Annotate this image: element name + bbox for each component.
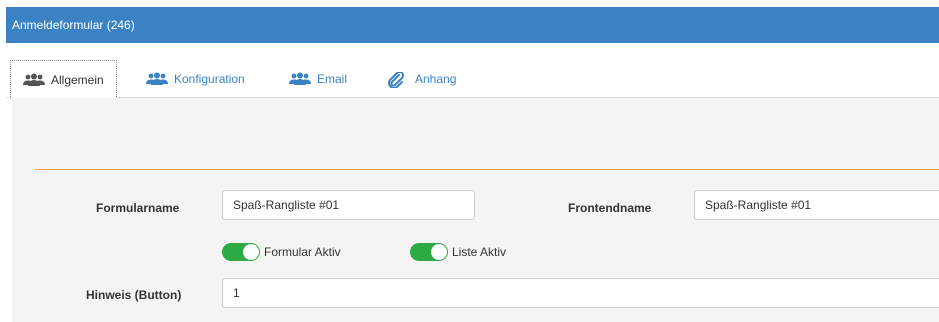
toggle-label: Liste Aktiv — [452, 245, 507, 259]
window-title-bar: Anmeldeformular (246) — [6, 7, 939, 43]
section-divider — [35, 169, 939, 170]
hinweis-label: Hinweis (Button) — [86, 288, 182, 302]
tab-label: Anhang — [415, 72, 457, 86]
formular-aktiv-toggle[interactable]: Formular Aktiv — [222, 243, 341, 261]
window-title: Anmeldeformular (246) — [12, 18, 135, 32]
formularname-label: Formularname — [96, 201, 180, 215]
paperclip-icon — [387, 70, 409, 89]
users-icon — [289, 72, 311, 86]
users-icon — [23, 73, 45, 87]
tab-anhang[interactable]: Anhang — [387, 60, 456, 98]
tab-label: Konfiguration — [174, 72, 245, 86]
frontendname-input[interactable]: Spaß-Rangliste #01 — [694, 190, 939, 220]
frontendname-label: Frontendname — [568, 201, 652, 215]
tab-label: Allgemein — [51, 72, 104, 87]
hinweis-input[interactable]: 1 — [222, 278, 939, 308]
tab-label: Email — [317, 72, 348, 86]
tab-allgemein[interactable]: Allgemein — [10, 60, 117, 99]
toggle-switch[interactable] — [222, 243, 260, 261]
tab-konfiguration[interactable]: Konfiguration — [146, 60, 245, 98]
tab-email[interactable]: Email — [289, 60, 347, 98]
toggle-label: Formular Aktiv — [264, 245, 341, 259]
users-icon — [146, 72, 168, 86]
liste-aktiv-toggle[interactable]: Liste Aktiv — [410, 243, 506, 261]
formularname-input[interactable]: Spaß-Rangliste #01 — [222, 190, 475, 220]
tab-bar: Allgemein Konfiguration Email Anhang — [6, 58, 939, 99]
toggle-switch[interactable] — [410, 243, 448, 261]
